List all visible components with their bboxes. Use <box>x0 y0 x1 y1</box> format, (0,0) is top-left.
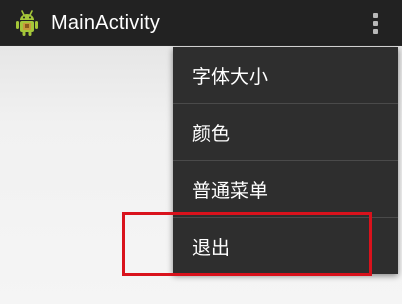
menu-item-exit[interactable]: 退出 <box>173 218 398 274</box>
overflow-menu: 字体大小 颜色 普通菜单 退出 <box>173 47 398 274</box>
overflow-menu-icon[interactable] <box>360 4 390 42</box>
action-bar: MainActivity <box>0 0 402 46</box>
android-robot-icon[interactable] <box>12 8 42 38</box>
menu-item-font-size[interactable]: 字体大小 <box>173 47 398 103</box>
menu-item-color[interactable]: 颜色 <box>173 104 398 160</box>
overflow-dot <box>372 20 378 26</box>
app-title: MainActivity <box>51 12 161 34</box>
overflow-dot <box>372 28 378 34</box>
overflow-dot <box>372 12 378 18</box>
menu-item-normal-menu[interactable]: 普通菜单 <box>173 161 398 217</box>
